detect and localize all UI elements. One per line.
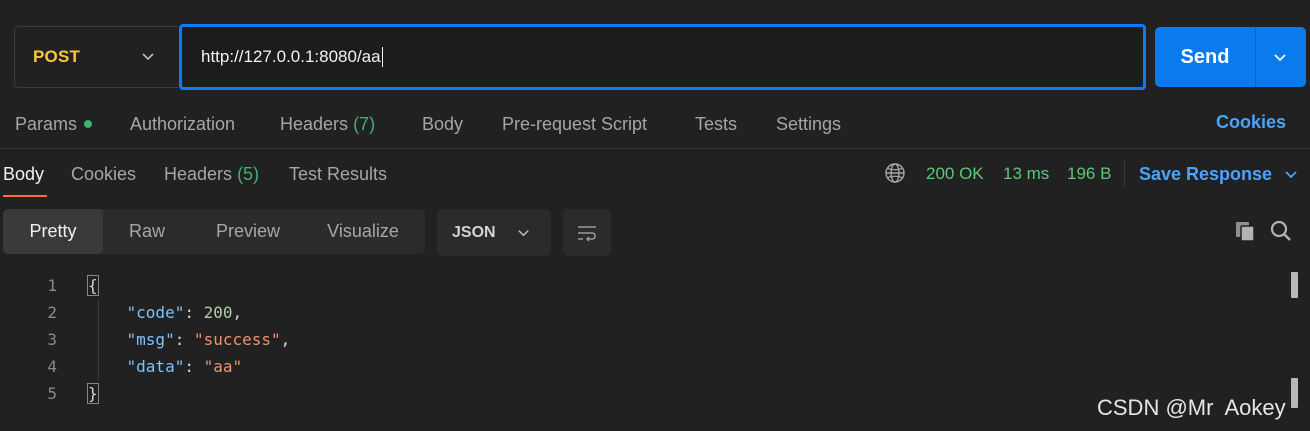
- tab-params[interactable]: Params: [15, 112, 93, 136]
- search-icon[interactable]: [1269, 219, 1293, 243]
- json-key: "data": [126, 357, 185, 376]
- watermark: CSDN @Mr Aokey: [1097, 395, 1286, 420]
- save-response-button[interactable]: Save Response: [1139, 162, 1272, 186]
- line-number: 1: [47, 276, 57, 295]
- response-tab-body[interactable]: Body: [3, 162, 44, 186]
- json-number-value: 200: [203, 303, 233, 322]
- chevron-down-icon[interactable]: [1271, 48, 1289, 66]
- send-button[interactable]: Send: [1155, 27, 1255, 87]
- method-label: POST: [33, 47, 81, 66]
- close-brace: }: [87, 383, 99, 404]
- json-string-value: "success": [193, 330, 281, 349]
- wrap-lines-icon: [578, 226, 596, 242]
- send-button-group: Send: [1155, 27, 1306, 87]
- code-line: }: [87, 380, 99, 407]
- view-preview-button[interactable]: Preview: [191, 209, 305, 254]
- url-input[interactable]: http://127.0.0.1:8080/aa: [179, 24, 1146, 90]
- tab-headers[interactable]: Headers (7): [280, 112, 375, 136]
- scrollbar-thumb[interactable]: [1291, 272, 1298, 298]
- open-brace: {: [87, 275, 99, 296]
- code-line: "msg": "success",: [126, 330, 291, 349]
- response-size[interactable]: 196 B: [1067, 162, 1111, 186]
- line-number: 5: [47, 384, 57, 403]
- json-string-value: "aa": [203, 357, 243, 376]
- tab-body[interactable]: Body: [422, 112, 463, 136]
- line-number: 3: [47, 330, 57, 349]
- method-select[interactable]: POST: [14, 26, 178, 88]
- cookies-link[interactable]: Cookies: [1216, 112, 1286, 133]
- response-tab-test-results[interactable]: Test Results: [289, 162, 387, 186]
- copy-icon[interactable]: [1233, 219, 1257, 243]
- response-headers-count: (5): [237, 163, 260, 184]
- line-number: 4: [47, 357, 57, 376]
- json-key: "msg": [126, 330, 175, 349]
- params-indicator-dot: [84, 120, 93, 128]
- status-code[interactable]: 200 OK: [926, 162, 984, 186]
- section-divider: [0, 148, 1310, 149]
- code-line: {: [87, 272, 99, 299]
- response-tab-headers[interactable]: Headers (5): [164, 162, 259, 186]
- status-divider: [1124, 160, 1125, 188]
- view-pretty-button[interactable]: Pretty: [3, 209, 103, 254]
- response-time[interactable]: 13 ms: [1003, 162, 1049, 186]
- tab-prerequest-script[interactable]: Pre-request Script: [502, 112, 647, 136]
- line-number: 2: [47, 303, 57, 322]
- globe-icon[interactable]: [884, 162, 906, 184]
- url-text: http://127.0.0.1:8080/aa: [201, 47, 381, 66]
- wrap-lines-button[interactable]: [563, 209, 611, 256]
- tab-authorization[interactable]: Authorization: [130, 112, 235, 136]
- chevron-down-icon[interactable]: [1282, 165, 1300, 183]
- view-raw-button[interactable]: Raw: [103, 209, 191, 254]
- tab-tests[interactable]: Tests: [695, 112, 737, 136]
- text-cursor: [381, 47, 383, 67]
- chevron-down-icon: [518, 230, 529, 237]
- tab-settings[interactable]: Settings: [776, 112, 841, 136]
- headers-count: (7): [353, 113, 376, 134]
- tab-headers-label: Headers: [280, 113, 349, 134]
- response-tab-cookies[interactable]: Cookies: [71, 162, 136, 186]
- send-divider: [1255, 27, 1256, 87]
- json-key: "code": [126, 303, 185, 322]
- format-select[interactable]: JSON: [437, 209, 551, 256]
- response-tab-headers-label: Headers: [164, 163, 233, 184]
- active-tab-indicator: [3, 195, 47, 197]
- view-visualize-button[interactable]: Visualize: [305, 209, 421, 254]
- format-label: JSON: [452, 223, 496, 241]
- chevron-down-icon: [142, 53, 154, 61]
- scrollbar-thumb[interactable]: [1291, 378, 1298, 408]
- tab-params-label: Params: [15, 113, 78, 134]
- view-mode-group: Pretty Raw Preview Visualize: [3, 209, 425, 254]
- code-line: "data": "aa": [126, 357, 243, 376]
- code-line: "code": 200,: [126, 303, 243, 322]
